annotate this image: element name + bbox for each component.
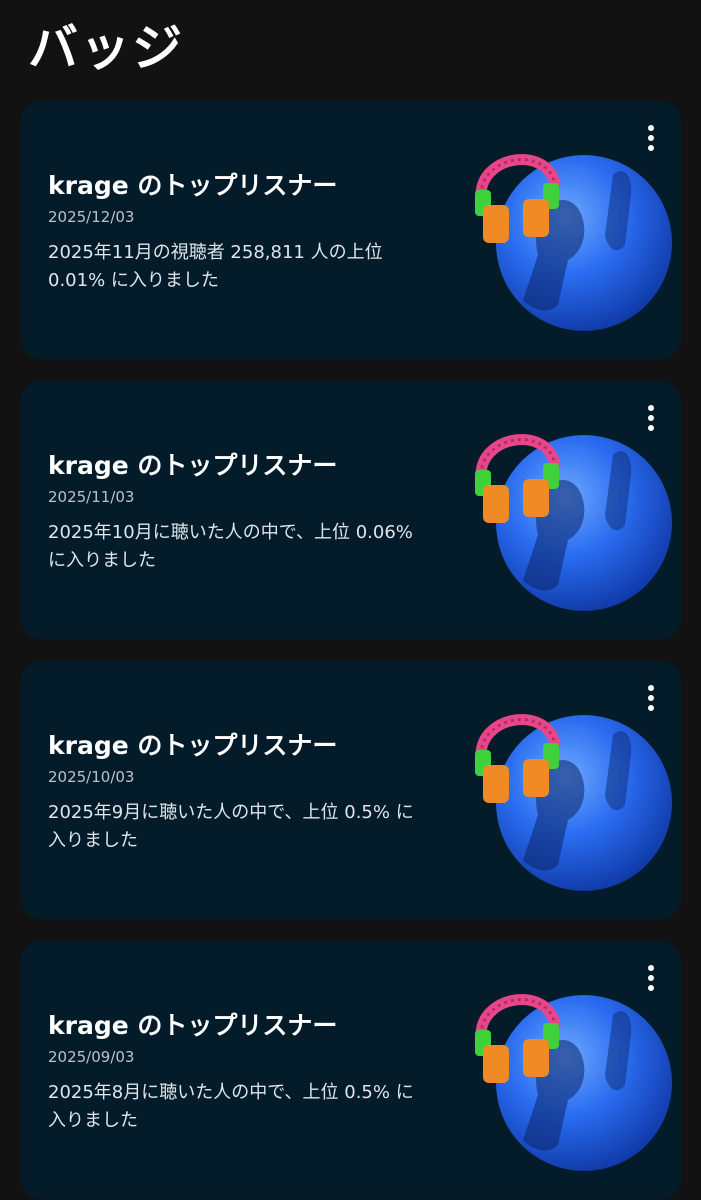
badge-card[interactable]: krage のトップリスナー 2025/10/03 2025年9月に聴いた人の中…: [21, 661, 681, 919]
badge-date: 2025/12/03: [48, 208, 135, 226]
badge-text: krage のトップリスナー 2025/11/03 2025年10月に聴いた人の…: [48, 449, 428, 575]
badge-description: 2025年8月に聴いた人の中で、上位 0.5% に入りました: [48, 1082, 414, 1131]
badge-card[interactable]: krage のトップリスナー 2025/11/03 2025年10月に聴いた人の…: [21, 381, 681, 639]
badge-text: krage のトップリスナー 2025/10/03 2025年9月に聴いた人の中…: [48, 729, 428, 855]
badge-date: 2025/11/03: [48, 488, 135, 506]
page-title: バッジ: [28, 19, 184, 77]
badge-text: krage のトップリスナー 2025/12/03 2025年11月の視聴者 2…: [48, 169, 428, 295]
badge-date: 2025/10/03: [48, 768, 135, 786]
more-vert-icon: [648, 685, 654, 691]
badge-title: krage のトップリスナー: [48, 1011, 338, 1040]
badge-text: krage のトップリスナー 2025/09/03 2025年8月に聴いた人の中…: [48, 1009, 428, 1135]
more-vert-icon: [648, 965, 654, 971]
badge-description: 2025年11月の視聴者 258,811 人の上位 0.01% に入りました: [48, 242, 383, 291]
more-vert-icon: [648, 125, 654, 131]
badge-card[interactable]: krage のトップリスナー 2025/12/03 2025年11月の視聴者 2…: [21, 101, 681, 359]
badge-card[interactable]: krage のトップリスナー 2025/09/03 2025年8月に聴いた人の中…: [21, 941, 681, 1199]
badge-description: 2025年10月に聴いた人の中で、上位 0.06% に入りました: [48, 522, 413, 571]
more-vert-icon: [648, 405, 654, 411]
headphones-badge-icon: [453, 135, 673, 335]
badge-title: krage のトップリスナー: [48, 451, 338, 480]
badge-title: krage のトップリスナー: [48, 731, 338, 760]
badge-title: krage のトップリスナー: [48, 171, 338, 200]
badge-description: 2025年9月に聴いた人の中で、上位 0.5% に入りました: [48, 802, 414, 851]
headphones-badge-icon: [453, 415, 673, 615]
headphones-badge-icon: [453, 975, 673, 1175]
headphones-badge-icon: [453, 695, 673, 895]
badge-date: 2025/09/03: [48, 1048, 135, 1066]
